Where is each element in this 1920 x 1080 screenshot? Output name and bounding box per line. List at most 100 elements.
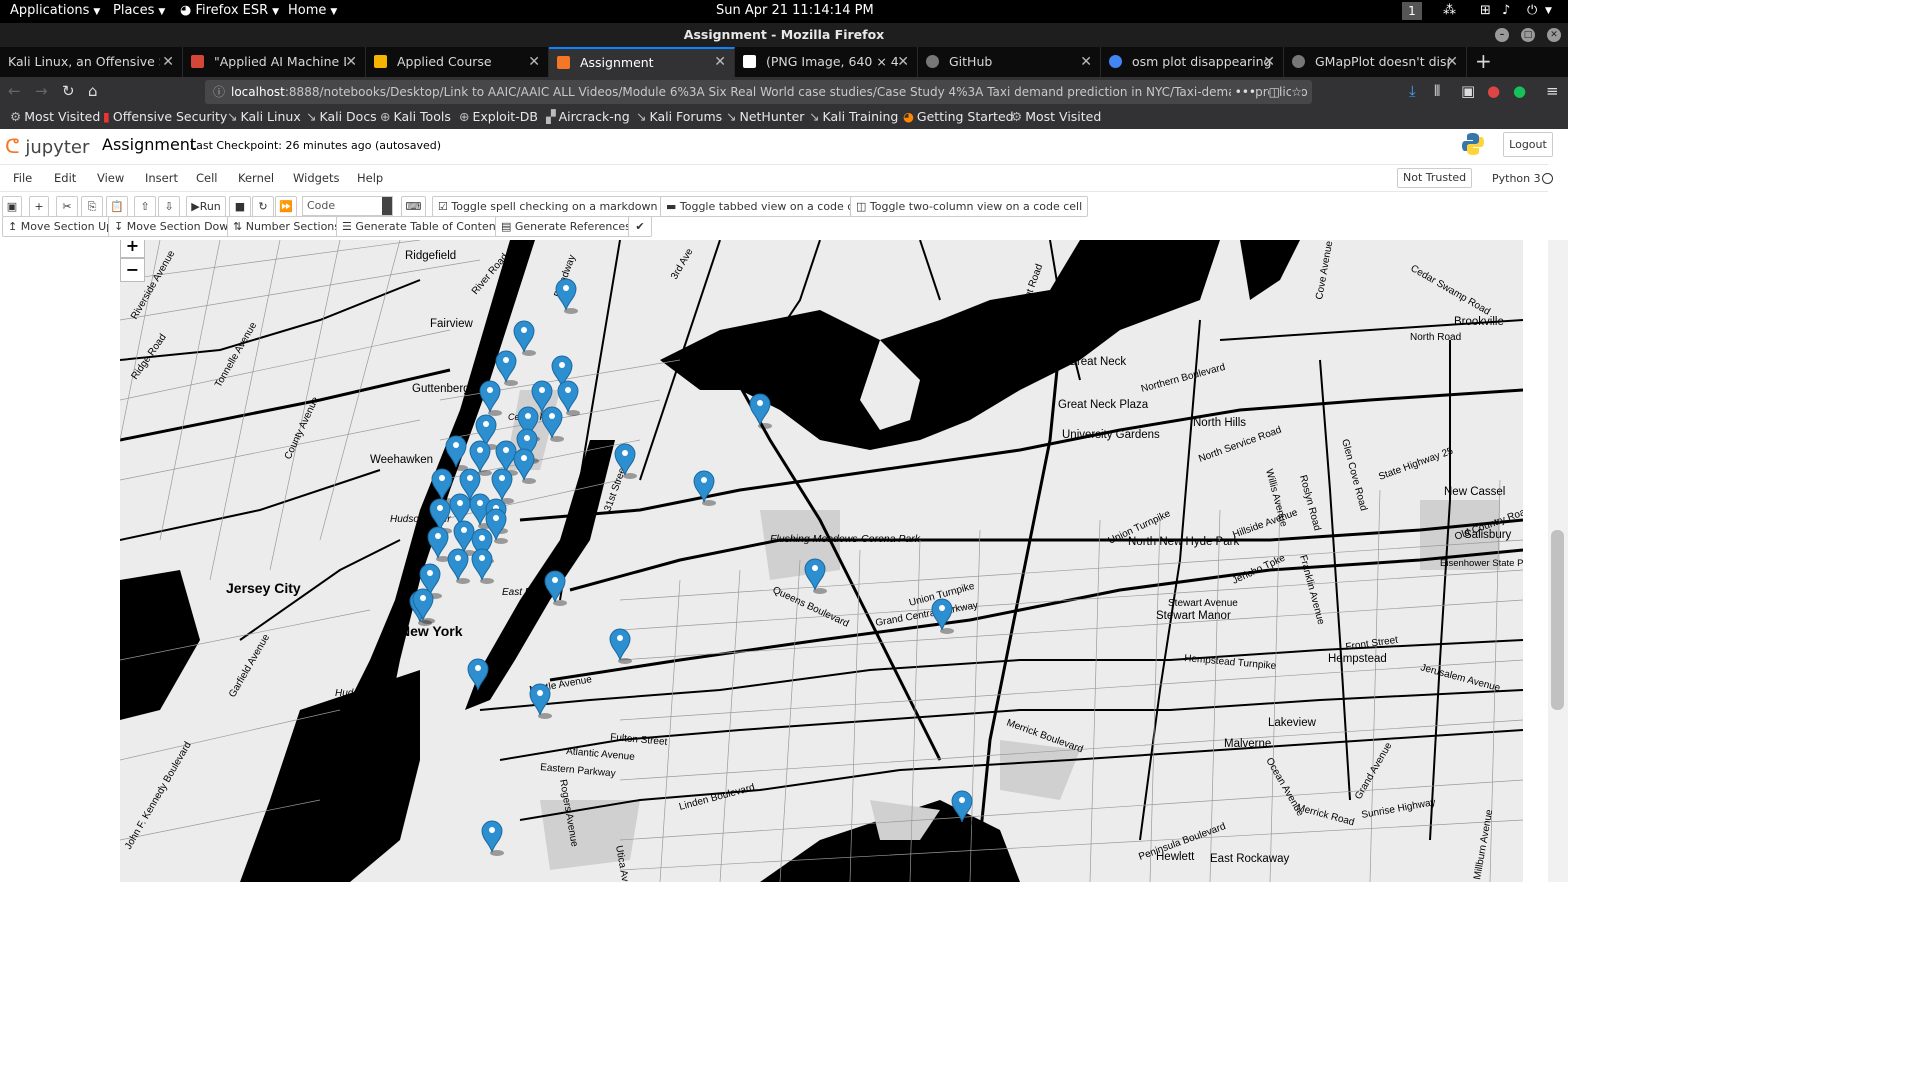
bookmark-kali-training[interactable]: ↘ Kali Training [809,109,898,124]
back-icon[interactable]: ← [8,82,21,100]
menu-view[interactable]: View [97,171,124,185]
paste-icon[interactable]: 📋 [106,196,128,217]
minimize-icon[interactable]: – [1495,28,1509,42]
bookmark-nethunter[interactable]: ↘ NetHunter [726,109,804,124]
power-icon[interactable]: ⏻ [1527,3,1537,18]
page-scrollbar[interactable] [1548,240,1568,882]
bookmark-kali-docs[interactable]: ↘ Kali Docs [306,109,377,124]
sidebar-icon[interactable]: ▣ [1461,82,1475,100]
fast-forward-icon[interactable]: ⏩ [275,196,297,217]
book-icon: ▤ [501,220,515,233]
check-icon[interactable]: ✔ [628,216,652,237]
firefox-app-menu[interactable]: ◕ Firefox ESR ▼ [180,3,279,18]
zoom-in-button[interactable]: + [120,240,145,258]
bookmark-kali-tools[interactable]: ⊕ Kali Tools [380,109,451,124]
extension-icon[interactable]: ● [1487,82,1500,100]
close-tab-icon[interactable]: ✕ [714,49,726,76]
url-host: localhost [231,85,285,99]
add-cell-icon[interactable]: + [29,196,49,217]
interrupt-icon[interactable]: ■ [229,196,251,217]
bookmark-most-visited-2[interactable]: ⚙ Most Visited [1011,109,1101,124]
applications-menu[interactable]: Applications ▼ [10,3,100,18]
not-trusted-badge[interactable]: Not Trusted [1397,168,1473,188]
run-button[interactable]: ▶Run [186,196,226,217]
copy-icon[interactable]: ⎘ [81,196,103,217]
star-icon[interactable]: ☆ [1291,80,1302,104]
jupyter-logo[interactable]: ᕦ jupyter [5,134,89,158]
map-tiles[interactable]: Ridgefield Fairview Guttenberg Weehawken… [120,240,1523,882]
scrollbar-thumb[interactable] [1551,530,1564,710]
spell-check-toggle[interactable]: ☑ Toggle spell checking on a markdown ce… [432,196,686,217]
move-up-icon[interactable]: ⇧ [134,196,156,217]
menu-widgets[interactable]: Widgets [293,171,340,185]
map-output[interactable]: Ridgefield Fairview Guttenberg Weehawken… [120,240,1523,882]
close-tab-icon[interactable]: ✕ [345,47,357,77]
menu-insert[interactable]: Insert [145,171,178,185]
bookmark-offensive-security[interactable]: ▮ Offensive Security [103,109,227,124]
number-sections-button[interactable]: ⇅ Number Sections [227,216,347,237]
move-down-icon[interactable]: ⇩ [158,196,180,217]
volume-icon[interactable]: ♪ [1502,3,1510,18]
move-section-down-button[interactable]: ↧ Move Section Down [108,216,242,237]
keyboard-icon[interactable]: ⌨ [401,196,426,217]
two-column-toggle[interactable]: ◫ Toggle two-column view on a code cell [850,196,1089,217]
workspace-indicator[interactable]: 1 [1402,2,1422,20]
pocket-icon[interactable]: ◫ [1268,80,1280,104]
close-tab-icon[interactable]: ✕ [1263,47,1275,77]
tab-applied-course[interactable]: Applied Course ✕ [366,47,549,77]
apps-icon[interactable]: ⁂ [1443,3,1456,18]
cell-type-select[interactable]: Code [302,196,393,216]
places-menu[interactable]: Places ▼ [113,3,165,18]
clock[interactable]: Sun Apr 21 11:14:14 PM [716,3,874,18]
bookmark-getting-started[interactable]: ◕ Getting Started [903,109,1014,124]
download-icon[interactable]: ⤓ [1409,82,1416,100]
url-bar[interactable]: ⓘ localhost:8888/notebooks/Desktop/Link … [205,80,1312,104]
maximize-icon[interactable]: □ [1521,28,1535,42]
new-tab-button[interactable]: + [1467,47,1499,77]
menu-help[interactable]: Help [357,171,383,185]
zoom-out-button[interactable]: − [120,258,145,282]
menu-file[interactable]: File [13,171,32,185]
close-tab-icon[interactable]: ✕ [528,47,540,77]
move-section-up-button[interactable]: ↥ Move Section Up [2,216,120,237]
close-tab-icon[interactable]: ✕ [1446,47,1458,77]
tab-github[interactable]: GitHub ✕ [918,47,1101,77]
info-icon[interactable]: ⓘ [213,80,225,104]
notebook-title[interactable]: Assignment [102,135,196,154]
tabbed-view-toggle[interactable]: ▬ Toggle tabbed view on a code cell [660,196,873,217]
menu-kernel[interactable]: Kernel [238,171,274,185]
cut-icon[interactable]: ✂ [56,196,78,217]
hamburger-menu-icon[interactable]: ≡ [1546,82,1559,100]
close-window-icon[interactable]: ✕ [1547,28,1561,42]
bookmark-kali-linux[interactable]: ↘ Kali Linux [227,109,301,124]
menu-edit[interactable]: Edit [54,171,76,185]
generate-toc-button[interactable]: ☰ Generate Table of Contents [336,216,512,237]
home-menu[interactable]: Home ▼ [288,3,337,18]
restart-icon[interactable]: ↻ [252,196,274,217]
menu-cell[interactable]: Cell [196,171,218,185]
close-tab-icon[interactable]: ✕ [162,47,174,77]
bookmark-aircrack[interactable]: ▞ Aircrack-ng [546,109,630,124]
save-icon[interactable]: ▣ [2,196,22,217]
tab-assignment[interactable]: Assignment ✕ [549,47,735,77]
generate-references-button[interactable]: ▤ Generate References [495,216,637,237]
close-tab-icon[interactable]: ✕ [897,47,909,77]
page-actions-icon[interactable]: ••• [1230,80,1256,104]
close-tab-icon[interactable]: ✕ [1080,47,1092,77]
tab-applied-ai-mail[interactable]: "Applied AI Machine Lear ✕ [183,47,366,77]
tab-osm-plot[interactable]: osm plot disappearing af ✕ [1101,47,1284,77]
library-icon[interactable]: ⫴ [1434,82,1440,100]
logout-button[interactable]: Logout [1503,132,1553,157]
bookmark-exploit-db[interactable]: ⊕ Exploit-DB [459,109,538,124]
network-icon[interactable]: ⊞ [1480,3,1491,18]
tab-png-image[interactable]: (PNG Image, 640 × 480 p ✕ [735,47,918,77]
grammarly-icon[interactable]: ● [1513,82,1526,100]
tab-gmapplot[interactable]: GMapPlot doesn't displa ✕ [1284,47,1467,77]
bookmark-most-visited[interactable]: ⚙ Most Visited [10,109,100,124]
tab-kali-linux[interactable]: Kali Linux, an Offensive Secu ✕ [0,47,183,77]
bookmark-kali-forums[interactable]: ↘ Kali Forums [636,109,722,124]
caret-down-icon[interactable]: ▼ [1545,6,1552,16]
forward-icon[interactable]: → [35,82,48,100]
reload-icon[interactable]: ↻ [62,82,75,100]
home-icon[interactable]: ⌂ [88,82,98,100]
